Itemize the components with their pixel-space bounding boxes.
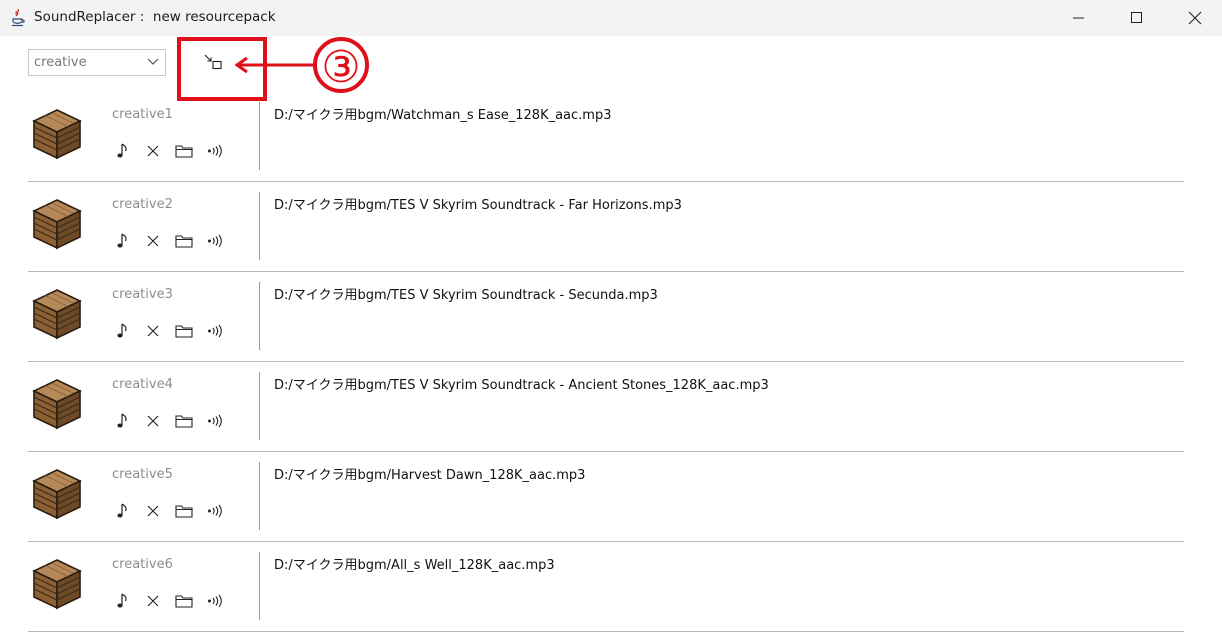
row-divider — [259, 552, 260, 620]
music-note-icon — [117, 143, 127, 158]
select-music-button[interactable] — [112, 320, 134, 342]
track-row: creative5 D:/マイクラ用bgm/Harvest Dawn_128K_… — [28, 452, 1184, 542]
music-note-icon — [117, 593, 127, 608]
play-sound-icon — [208, 594, 222, 608]
category-select-value: creative — [34, 55, 87, 70]
select-music-button[interactable] — [112, 590, 134, 612]
play-sound-button[interactable] — [204, 590, 226, 612]
chevron-down-icon — [147, 58, 159, 65]
clear-track-button[interactable] — [142, 230, 164, 252]
play-sound-icon — [208, 414, 222, 428]
maximize-icon — [1131, 12, 1142, 23]
play-sound-button[interactable] — [204, 230, 226, 252]
play-sound-button[interactable] — [204, 500, 226, 522]
track-file-path: D:/マイクラ用bgm/All_s Well_128K_aac.mp3 — [274, 558, 555, 573]
delete-x-icon — [147, 145, 159, 157]
track-row: creative6 D:/マイクラ用bgm/All_s Well_128K_aa… — [28, 542, 1184, 632]
row-divider — [259, 102, 260, 170]
track-name: creative2 — [112, 197, 173, 212]
step-number-label: ③ — [321, 43, 360, 92]
track-row: creative2 D:/マイクラ用bgm/TES V Skyrim Sound… — [28, 182, 1184, 272]
track-name: creative5 — [112, 467, 173, 482]
open-folder-button[interactable] — [173, 590, 195, 612]
select-music-button[interactable] — [112, 500, 134, 522]
folder-icon — [175, 235, 193, 248]
track-file-path: D:/マイクラ用bgm/TES V Skyrim Soundtrack - Fa… — [274, 198, 682, 213]
folder-icon — [175, 505, 193, 518]
delete-x-icon — [147, 415, 159, 427]
track-row: creative3 D:/マイクラ用bgm/TES V Skyrim Sound… — [28, 272, 1184, 362]
wood-block-icon — [32, 199, 82, 250]
clear-track-button[interactable] — [142, 410, 164, 432]
wood-block-icon — [32, 289, 82, 340]
select-music-button[interactable] — [112, 410, 134, 432]
play-sound-icon — [208, 324, 222, 338]
row-divider — [259, 192, 260, 260]
track-name: creative1 — [112, 107, 173, 122]
minimize-icon — [1073, 17, 1084, 19]
open-folder-button[interactable] — [173, 320, 195, 342]
track-name: creative3 — [112, 287, 173, 302]
delete-x-icon — [147, 325, 159, 337]
track-row: creative1 D:/マイクラ用bgm/Watchman_s Ease_12… — [28, 92, 1184, 182]
track-file-path: D:/マイクラ用bgm/TES V Skyrim Soundtrack - Se… — [274, 288, 658, 303]
music-note-icon — [117, 233, 127, 248]
play-sound-button[interactable] — [204, 140, 226, 162]
clear-track-button[interactable] — [142, 590, 164, 612]
open-folder-button[interactable] — [173, 230, 195, 252]
play-sound-button[interactable] — [204, 320, 226, 342]
category-select[interactable]: creative — [28, 49, 166, 76]
wood-block-icon — [32, 559, 82, 610]
track-name: creative6 — [112, 557, 173, 572]
step-number-badge: ③ — [313, 37, 369, 93]
track-file-path: D:/マイクラ用bgm/Harvest Dawn_128K_aac.mp3 — [274, 468, 586, 483]
row-divider — [259, 462, 260, 530]
folder-icon — [175, 325, 193, 338]
delete-x-icon — [147, 595, 159, 607]
wood-block-icon — [32, 469, 82, 520]
clear-track-button[interactable] — [142, 500, 164, 522]
annotation-arrow-icon — [234, 56, 314, 74]
play-sound-icon — [208, 504, 222, 518]
minimize-button[interactable] — [1050, 0, 1108, 36]
play-sound-icon — [208, 234, 222, 248]
close-icon — [1188, 11, 1202, 25]
play-sound-button[interactable] — [204, 410, 226, 432]
maximize-button[interactable] — [1108, 0, 1166, 36]
folder-icon — [175, 595, 193, 608]
music-note-icon — [117, 323, 127, 338]
folder-icon — [175, 415, 193, 428]
music-note-icon — [117, 413, 127, 428]
close-button[interactable] — [1166, 0, 1222, 36]
select-music-button[interactable] — [112, 230, 134, 252]
track-file-path: D:/マイクラ用bgm/Watchman_s Ease_128K_aac.mp3 — [274, 108, 612, 123]
folder-icon — [175, 145, 193, 158]
wood-block-icon — [32, 109, 82, 160]
wood-block-icon — [32, 379, 82, 430]
row-divider — [259, 372, 260, 440]
track-name: creative4 — [112, 377, 173, 392]
select-music-button[interactable] — [112, 140, 134, 162]
open-folder-button[interactable] — [173, 500, 195, 522]
delete-x-icon — [147, 505, 159, 517]
track-row: creative4 D:/マイクラ用bgm/TES V Skyrim Sound… — [28, 362, 1184, 452]
row-separator — [28, 631, 1184, 632]
title-bar: SoundReplacer : new resourcepack — [0, 0, 1222, 36]
java-app-icon — [12, 8, 25, 27]
music-note-icon — [117, 503, 127, 518]
delete-x-icon — [147, 235, 159, 247]
window-title: SoundReplacer : new resourcepack — [34, 9, 276, 25]
open-folder-button[interactable] — [173, 140, 195, 162]
play-sound-icon — [208, 144, 222, 158]
clear-track-button[interactable] — [142, 140, 164, 162]
track-file-path: D:/マイクラ用bgm/TES V Skyrim Soundtrack - An… — [274, 378, 769, 393]
row-divider — [259, 282, 260, 350]
open-folder-button[interactable] — [173, 410, 195, 432]
clear-track-button[interactable] — [142, 320, 164, 342]
